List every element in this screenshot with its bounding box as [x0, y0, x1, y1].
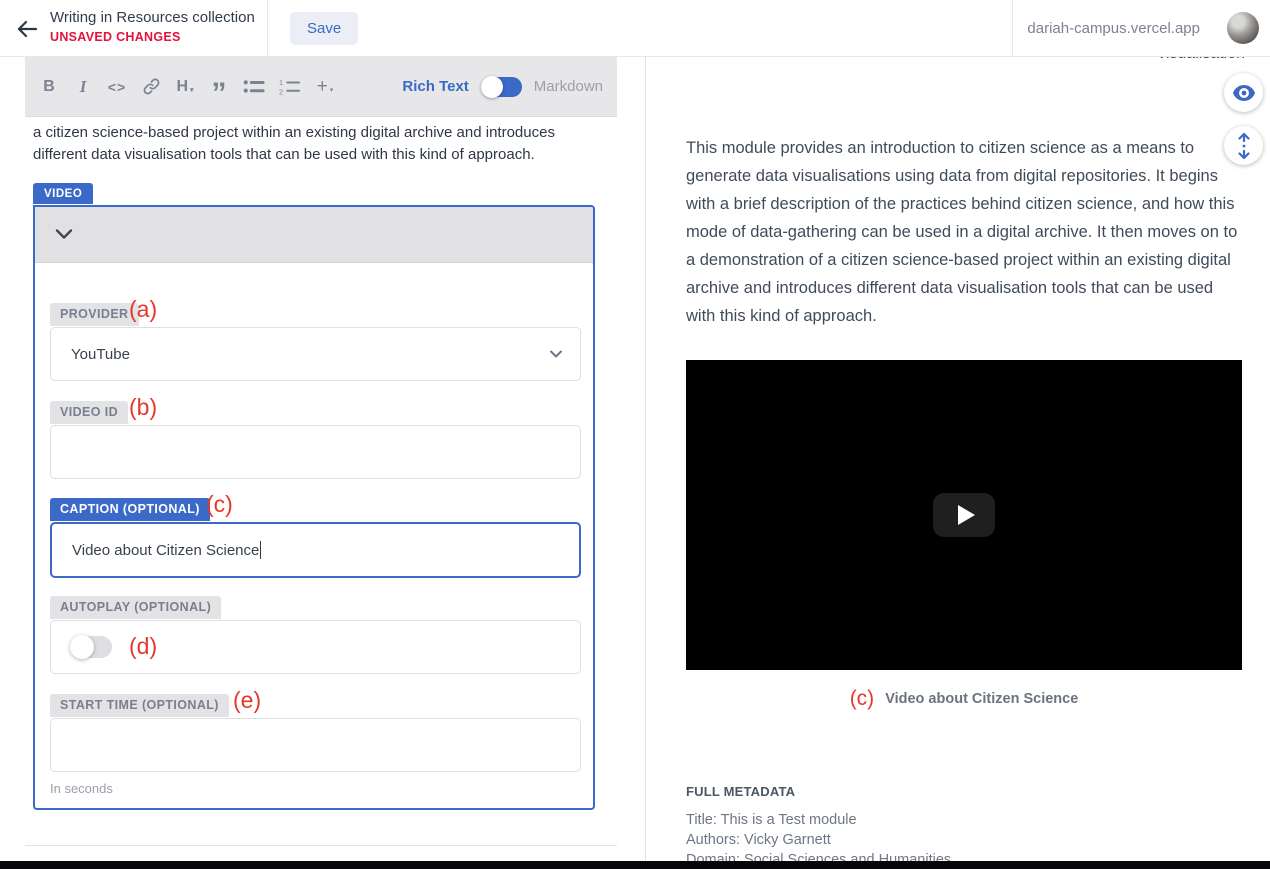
- video-widget-tag: VIDEO: [33, 183, 93, 204]
- autoplay-label: AUTOPLAY (OPTIONAL): [50, 596, 221, 619]
- top-bar: Writing in Resources collection UNSAVED …: [0, 0, 1270, 57]
- scroll-sync-button[interactable]: [1224, 126, 1263, 165]
- caption-input[interactable]: Video about Citizen Science: [50, 522, 581, 578]
- start-time-input[interactable]: [50, 718, 581, 772]
- svg-text:1: 1: [279, 78, 283, 87]
- preview-paragraph: This module provides an introduction to …: [686, 134, 1246, 330]
- clipped-heading-text: visualisation: [1158, 57, 1245, 63]
- video-id-label: VIDEO ID: [50, 401, 128, 424]
- widget-collapse-header[interactable]: [35, 207, 593, 263]
- full-metadata-block: FULL METADATA Title: This is a Test modu…: [686, 784, 951, 861]
- provider-select[interactable]: YouTube: [50, 327, 581, 381]
- unsaved-changes-badge: UNSAVED CHANGES: [50, 30, 255, 44]
- italic-icon[interactable]: I: [73, 74, 93, 100]
- save-button[interactable]: Save: [290, 12, 358, 45]
- annotation-c: (c): [206, 491, 233, 517]
- video-widget: PROVIDER (a) YouTube VIDEO ID (b) CAPTIO…: [33, 205, 595, 810]
- numbered-list-icon[interactable]: 1 2: [279, 74, 301, 100]
- cms-editor-window: Writing in Resources collection UNSAVED …: [0, 0, 1270, 869]
- bulleted-list-icon[interactable]: [243, 74, 265, 100]
- code-icon[interactable]: <>: [107, 74, 127, 100]
- preview-pane: visualisation This module provides an in…: [646, 57, 1270, 861]
- svg-text:2: 2: [279, 87, 283, 96]
- back-arrow-icon[interactable]: [14, 16, 40, 42]
- chevron-down-icon: [548, 346, 564, 362]
- site-url-link[interactable]: dariah-campus.vercel.app: [1027, 20, 1200, 37]
- metadata-authors: Authors: Vicky Garnett: [686, 830, 951, 850]
- video-caption: Video about Citizen Science: [885, 691, 1078, 707]
- richtext-toolbar: B I <> H▾ ” 1 2 +▾: [25, 57, 617, 117]
- provider-label: PROVIDER: [50, 303, 139, 326]
- autoplay-toggle[interactable]: [71, 636, 112, 658]
- annotation-e: (e): [233, 687, 261, 713]
- annotation-c-preview: (c): [850, 687, 875, 711]
- topbar-divider: [267, 0, 268, 57]
- quote-icon[interactable]: ”: [209, 81, 229, 107]
- metadata-title: Title: This is a Test module: [686, 810, 951, 830]
- heading-icon[interactable]: H▾: [175, 74, 195, 100]
- editor-paragraph[interactable]: a citizen science-based project within a…: [33, 122, 597, 166]
- mode-toggle-switch[interactable]: [481, 77, 522, 97]
- caption-label: CAPTION (OPTIONAL): [50, 498, 210, 521]
- video-player[interactable]: [686, 360, 1242, 670]
- text-cursor: [260, 541, 261, 559]
- scroll-sync-icon: [1236, 133, 1252, 159]
- richtext-mode-label[interactable]: Rich Text: [402, 78, 468, 95]
- bold-icon[interactable]: B: [39, 74, 59, 100]
- annotation-a: (a): [129, 296, 157, 322]
- editor-card-bottom-border: [25, 845, 617, 846]
- bottom-black-bar: [0, 861, 1270, 869]
- video-caption-row: (c) Video about Citizen Science: [686, 687, 1242, 711]
- toggle-preview-button[interactable]: [1224, 73, 1263, 112]
- markdown-mode-label[interactable]: Markdown: [534, 78, 603, 95]
- video-id-input[interactable]: [50, 425, 581, 479]
- metadata-domain: Domain: Social Sciences and Humanities: [686, 850, 951, 861]
- add-block-icon[interactable]: +▾: [315, 74, 335, 100]
- page-title: Writing in Resources collection: [50, 8, 255, 27]
- chevron-down-icon: [55, 228, 73, 240]
- topbar-divider: [1012, 0, 1013, 57]
- annotation-d: (d): [129, 633, 157, 659]
- user-avatar[interactable]: [1227, 12, 1259, 44]
- start-time-label: START TIME (OPTIONAL): [50, 694, 229, 717]
- eye-icon: [1232, 84, 1256, 102]
- link-icon[interactable]: [141, 74, 161, 100]
- editor-mode-switch: Rich Text Markdown: [402, 77, 603, 97]
- document-title-block: Writing in Resources collection UNSAVED …: [50, 8, 255, 44]
- metadata-heading: FULL METADATA: [686, 784, 951, 799]
- start-time-hint: In seconds: [50, 781, 113, 796]
- annotation-b: (b): [129, 394, 157, 420]
- play-button-icon[interactable]: [933, 493, 995, 537]
